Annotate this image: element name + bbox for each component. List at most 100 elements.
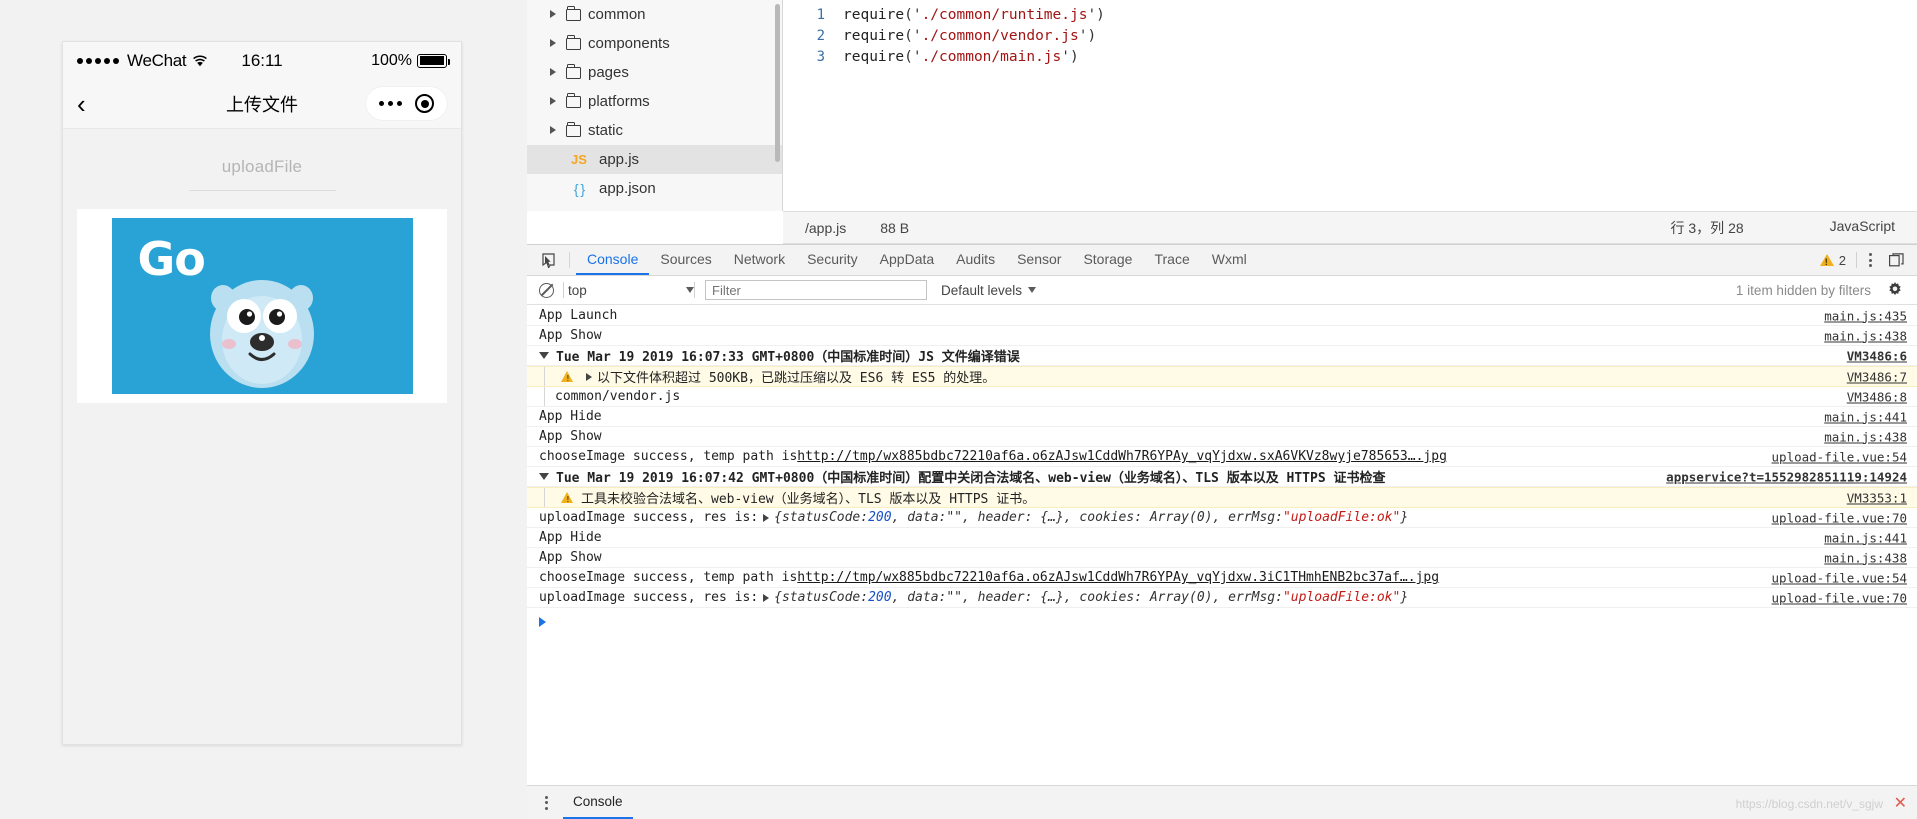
signal-area: WeChat [77, 51, 208, 71]
tree-item-label: app.wxss [599, 209, 662, 211]
console-row[interactable]: App Hide main.js:441 [527, 528, 1917, 548]
tab-sensor[interactable]: Sensor [1006, 245, 1072, 275]
carrier-label: WeChat [127, 50, 187, 70]
kebab-menu-icon[interactable] [533, 795, 559, 810]
tab-console[interactable]: Console [576, 245, 650, 275]
code-editor[interactable]: 1 require (' ./common/runtime.js ') 2 requi… [783, 0, 1917, 211]
console-source-link[interactable]: VM3486:7 [1847, 369, 1907, 384]
temp-path-link[interactable]: http://tmp/wx885bdbc72210af6a.o6zAJsw1Cd… [797, 570, 1439, 585]
execution-context-select[interactable]: top [564, 283, 694, 298]
tab-sources[interactable]: Sources [649, 245, 722, 275]
code-token-close: ') [1061, 48, 1079, 65]
filter-input[interactable] [705, 280, 927, 300]
tree-item-pages[interactable]: pages [527, 58, 782, 87]
console-source-link[interactable]: main.js:441 [1824, 530, 1907, 545]
console-warning-row[interactable]: 以下文件体积超过 500KB，已跳过压缩以及 ES6 转 ES5 的处理。 VM… [527, 366, 1917, 387]
tree-item-common[interactable]: common [527, 0, 782, 29]
console-row[interactable]: common/vendor.js VM3486:8 [527, 387, 1917, 407]
temp-path-link[interactable]: http://tmp/wx885bdbc72210af6a.o6zAJsw1Cd… [797, 449, 1447, 464]
chevron-right-icon[interactable] [550, 126, 559, 135]
console-row[interactable]: App Hide main.js:441 [527, 407, 1917, 427]
code-token-function: require [843, 6, 905, 23]
tree-item-components[interactable]: components [527, 29, 782, 58]
console-row[interactable]: App Launch main.js:435 [527, 306, 1917, 326]
console-source-link[interactable]: appservice?t=1552982851119:14924 [1666, 469, 1907, 484]
console-row[interactable]: App Show main.js:438 [527, 326, 1917, 346]
console-source-link[interactable]: upload-file.vue:54 [1772, 570, 1907, 585]
kebab-menu-icon[interactable] [1857, 253, 1883, 267]
console-warning-row[interactable]: 工具未校验合法域名、web-view（业务域名）、TLS 版本以及 HTTPS … [527, 487, 1917, 508]
folder-icon [566, 92, 581, 108]
console-source-link[interactable]: main.js:441 [1824, 409, 1907, 424]
editor-language[interactable]: JavaScript [1830, 218, 1895, 238]
uploaded-image-card: Go [77, 209, 447, 403]
chevron-right-icon[interactable] [550, 68, 559, 77]
tab-security[interactable]: Security [796, 245, 869, 275]
chevron-right-icon[interactable] [586, 372, 592, 381]
chevron-right-icon[interactable] [763, 513, 770, 522]
console-object-row[interactable]: uploadImage success, res is: {statusCode… [527, 508, 1917, 528]
inspect-element-button[interactable] [533, 245, 563, 275]
tree-item-app-wxss[interactable]: WXSS app.wxss [527, 203, 782, 211]
tree-item-app-json[interactable]: { } app.json [527, 174, 782, 203]
tree-item-static[interactable]: static [527, 116, 782, 145]
tab-audits[interactable]: Audits [945, 245, 1006, 275]
tab-appdata[interactable]: AppData [869, 245, 945, 275]
chevron-right-icon[interactable] [763, 593, 770, 602]
console-message-prefix: uploadImage success, res is: [539, 590, 759, 605]
tab-trace[interactable]: Trace [1143, 245, 1200, 275]
chevron-down-icon[interactable] [539, 352, 549, 359]
code-token-string: ./common/main.js [921, 48, 1062, 65]
chevron-right-icon[interactable] [550, 97, 559, 106]
console-row[interactable]: chooseImage success, temp path is http:/… [527, 568, 1917, 588]
console-source-link[interactable]: main.js:438 [1824, 429, 1907, 444]
object-open: {statusCode: [774, 590, 869, 605]
console-group-row[interactable]: Tue Mar 19 2019 16:07:42 GMT+0800（中国标准时间… [527, 467, 1917, 487]
tab-storage[interactable]: Storage [1072, 245, 1143, 275]
tree-item-platforms[interactable]: platforms [527, 87, 782, 116]
code-token-function: require [843, 48, 905, 65]
console-row[interactable]: App Show main.js:438 [527, 548, 1917, 568]
capsule-buttons[interactable] [366, 87, 447, 120]
console-prompt[interactable] [527, 608, 1917, 636]
console-source-link[interactable]: VM3353:1 [1847, 490, 1907, 505]
target-circle-icon[interactable] [415, 94, 434, 113]
console-source-link[interactable]: VM3486:6 [1847, 348, 1907, 363]
console-row[interactable]: chooseImage success, temp path is http:/… [527, 447, 1917, 467]
console-row[interactable]: App Show main.js:438 [527, 427, 1917, 447]
dock-panel-icon[interactable] [1883, 253, 1909, 267]
console-source-link[interactable]: upload-file.vue:70 [1772, 510, 1907, 525]
object-open: {statusCode: [774, 510, 869, 525]
tree-item-label: components [588, 35, 670, 52]
go-gopher-image[interactable]: Go [111, 218, 413, 394]
console-log-list[interactable]: App Launch main.js:435 App Show main.js:… [527, 306, 1917, 785]
drawer-tab-console[interactable]: Console [563, 786, 633, 819]
console-source-link[interactable]: upload-file.vue:54 [1772, 449, 1907, 464]
more-dots-icon[interactable] [379, 101, 402, 106]
tree-item-app-js[interactable]: JS app.js [527, 145, 782, 174]
file-tree-panel[interactable]: common components pages platforms static… [527, 0, 783, 211]
chevron-down-icon[interactable] [539, 473, 549, 480]
console-source-link[interactable]: upload-file.vue:70 [1772, 590, 1907, 605]
code-token-string: ./common/runtime.js [921, 6, 1088, 23]
console-source-link[interactable]: main.js:435 [1824, 308, 1907, 323]
chevron-right-icon[interactable] [550, 39, 559, 48]
warning-count-badge[interactable]: 2 [1810, 253, 1856, 268]
tab-wxml[interactable]: Wxml [1201, 245, 1258, 275]
upload-file-label[interactable]: uploadFile [63, 157, 461, 177]
chevron-right-icon[interactable] [550, 10, 559, 19]
tree-scrollbar[interactable] [775, 4, 780, 162]
code-line: 2 require (' ./common/vendor.js ') [783, 25, 1917, 46]
console-source-link[interactable]: main.js:438 [1824, 328, 1907, 343]
close-icon[interactable]: ✕ [1894, 793, 1907, 813]
log-levels-select[interactable]: Default levels [941, 283, 1037, 298]
tab-network[interactable]: Network [723, 245, 796, 275]
console-source-link[interactable]: main.js:438 [1824, 550, 1907, 565]
console-source-link[interactable]: VM3486:8 [1847, 389, 1907, 404]
console-object-row[interactable]: uploadImage success, res is: {statusCode… [527, 588, 1917, 608]
object-errmsg-value: "uploadFile:ok" [1282, 510, 1401, 525]
console-group-row[interactable]: Tue Mar 19 2019 16:07:33 GMT+0800（中国标准时间… [527, 346, 1917, 366]
clear-console-icon[interactable] [539, 282, 554, 298]
back-chevron-icon[interactable]: ‹ [77, 91, 86, 117]
gear-icon[interactable] [1881, 282, 1909, 298]
